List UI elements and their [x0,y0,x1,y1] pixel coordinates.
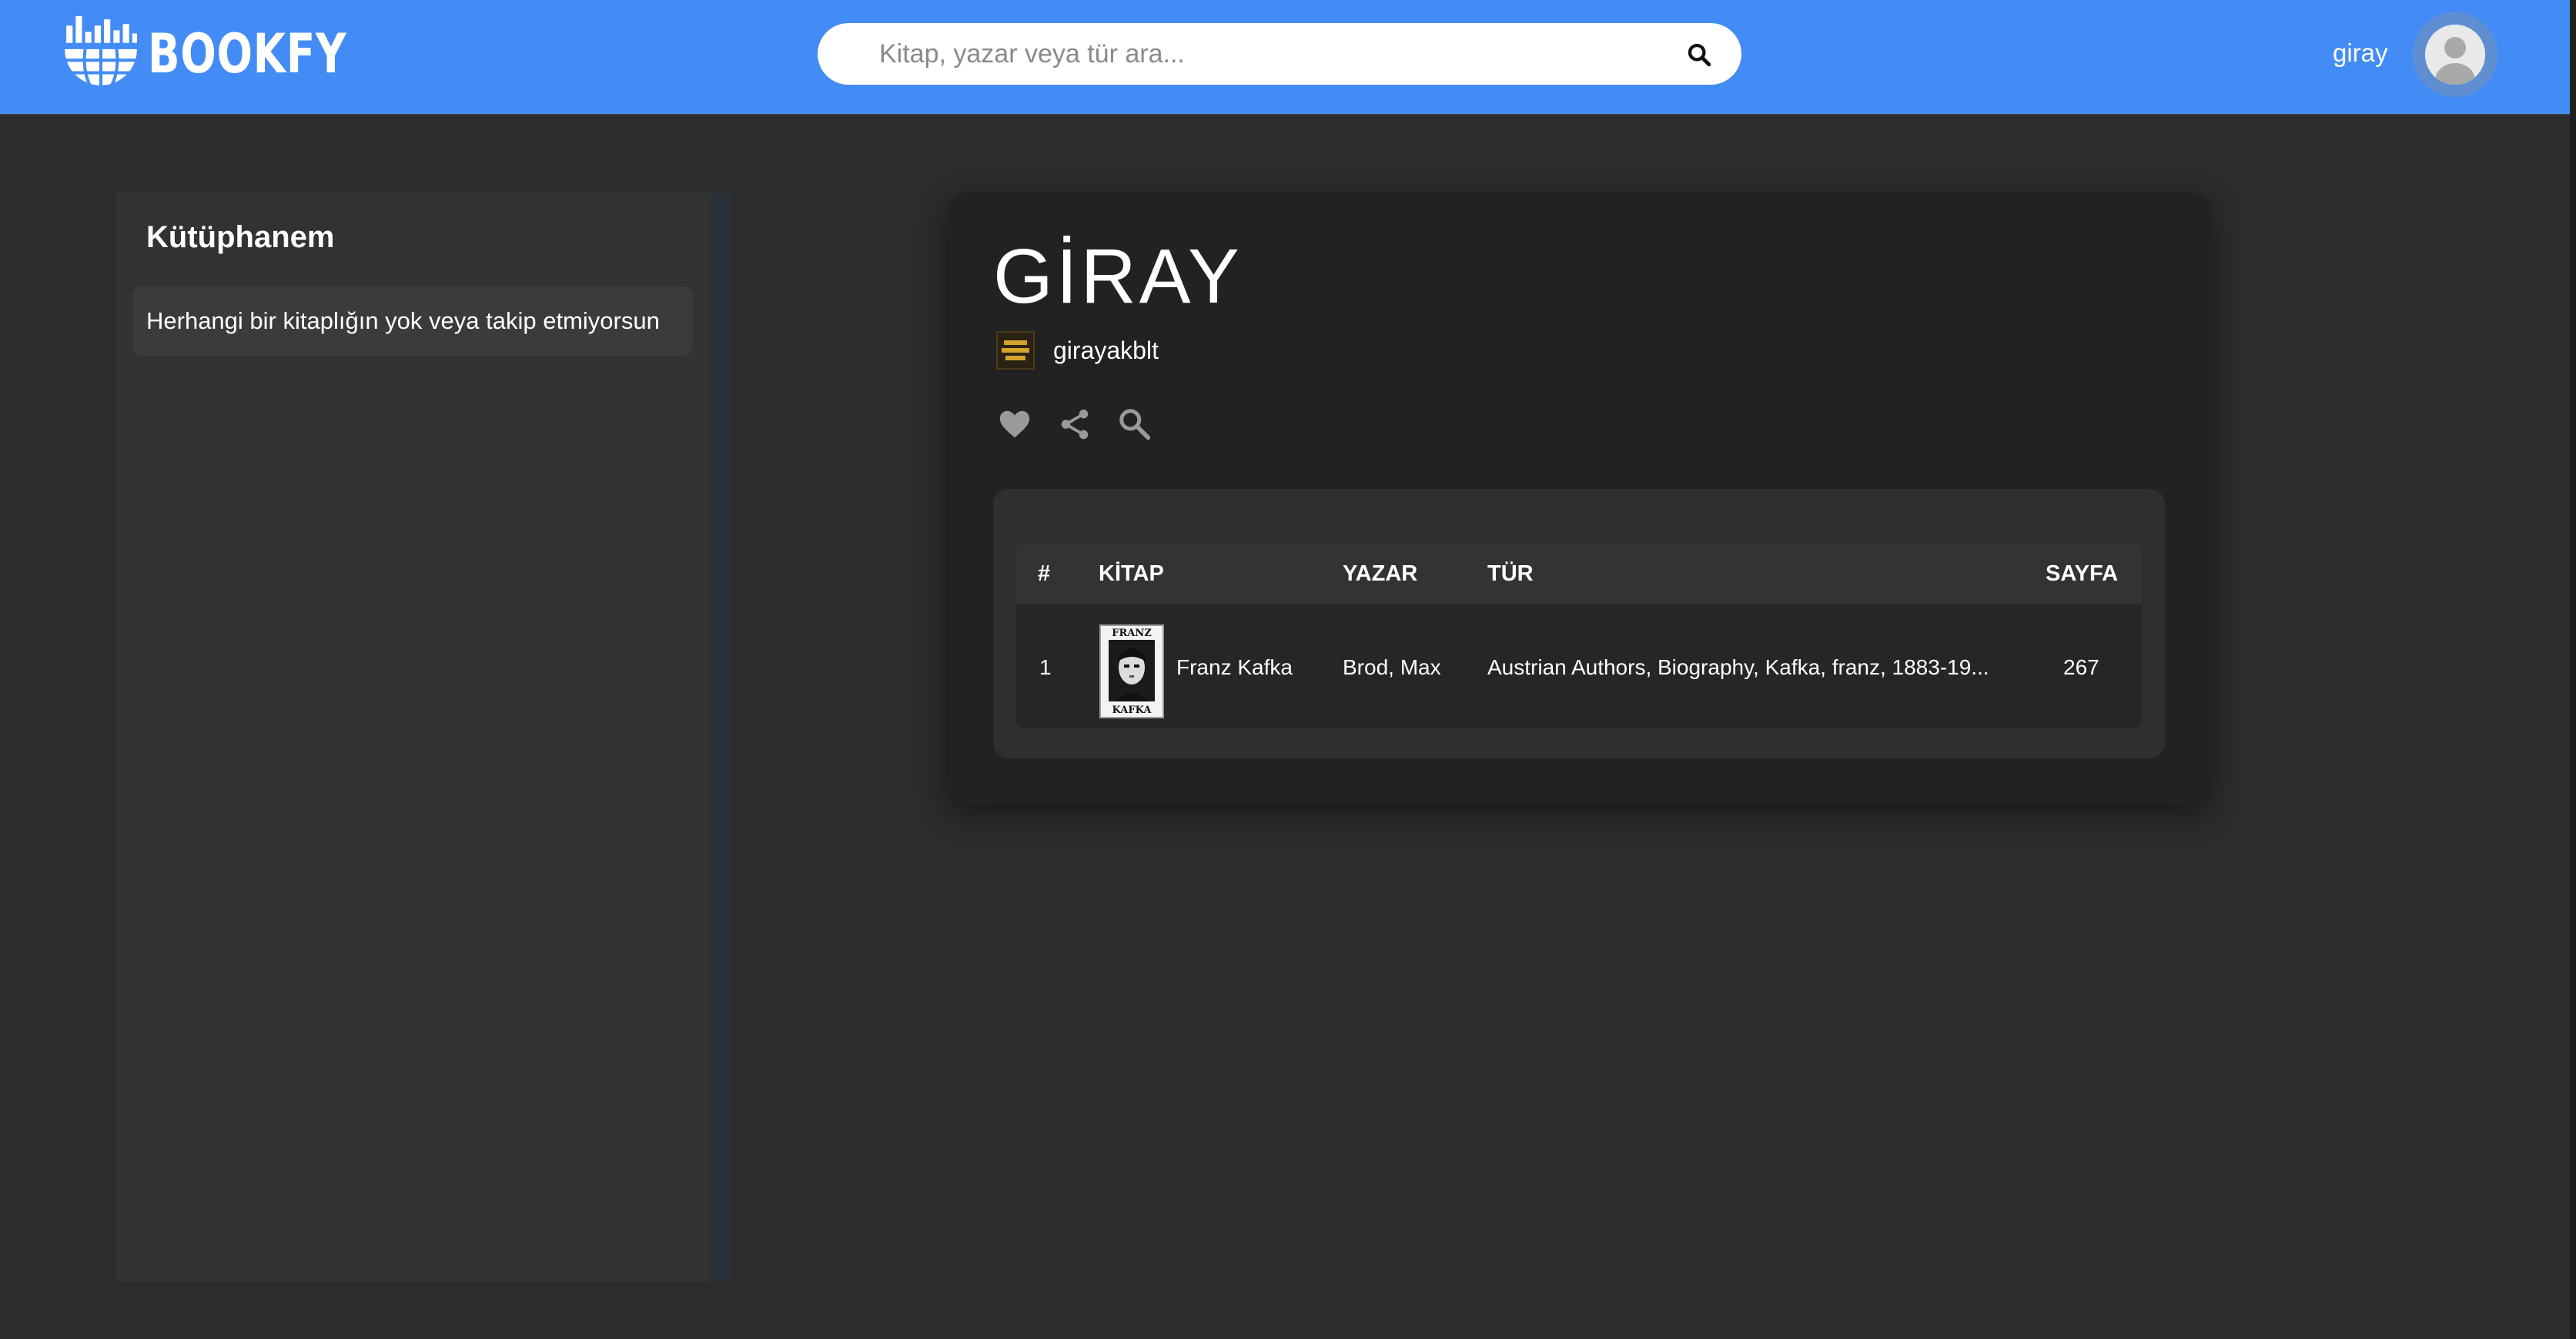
search-input[interactable] [879,38,1649,69]
books-table-container: # KİTAP YAZAR TÜR SAYFA 1 FRANZ KAFKA Fr… [993,489,2165,758]
cover-title-top: FRANZ [1112,628,1152,639]
share-icon[interactable] [1055,404,1095,444]
page-scrollbar[interactable] [2570,0,2576,1339]
brand-logo[interactable]: BOOKFY [62,14,403,94]
book-title[interactable]: Franz Kafka [1176,655,1293,680]
col-author[interactable]: YAZAR [1343,543,1417,604]
col-book[interactable]: KİTAP [1099,543,1164,604]
col-pages[interactable]: SAYFA [2046,543,2118,604]
book-pages: 267 [2063,655,2099,679]
owner-name[interactable]: girayakblt [1053,336,1159,365]
top-navbar: BOOKFY giray [0,0,2576,115]
user-name[interactable]: giray [2333,38,2388,68]
page-title: GİRAY [993,233,1243,320]
book-genre: Austrian Authors, Biography, Kafka, fran… [1487,655,1989,679]
library-actions [995,404,1175,444]
book-cover[interactable]: FRANZ KAFKA [1099,624,1164,718]
col-genre[interactable]: TÜR [1487,543,1534,604]
sidebar-scrollbar[interactable] [710,192,731,1282]
row-index: 1 [1039,655,1052,679]
col-index: # [1038,561,1051,586]
book-author[interactable]: Brod, Max [1343,655,1441,680]
search-bar [818,23,1741,85]
globe-bars-logo-icon [65,16,137,90]
sidebar-empty-message: Herhangi bir kitaplığın yok veya takip e… [132,286,693,356]
search-icon[interactable] [1686,42,1712,68]
brand-name: BOOKFY [148,22,347,85]
search-icon[interactable] [1115,404,1155,444]
heart-icon[interactable] [995,404,1035,444]
table-header: # KİTAP YAZAR TÜR SAYFA [1016,543,2142,604]
library-owner[interactable]: girayakblt [996,331,1159,370]
library-sidebar: Kütüphanem Herhangi bir kitaplığın yok v… [115,192,710,1282]
books-table: # KİTAP YAZAR TÜR SAYFA 1 FRANZ KAFKA Fr… [1016,543,2142,728]
library-card: GİRAY girayakblt # KİTAP YAZAR TÜR SAYFA… [948,192,2210,805]
table-row[interactable]: 1 FRANZ KAFKA Franz Kafka Brod, Max Aust… [1016,604,2142,728]
owner-avatar [996,331,1035,370]
user-avatar-icon[interactable] [2413,12,2497,97]
cover-title-bottom: KAFKA [1112,705,1153,716]
sidebar-title: Kütüphanem [146,220,335,254]
